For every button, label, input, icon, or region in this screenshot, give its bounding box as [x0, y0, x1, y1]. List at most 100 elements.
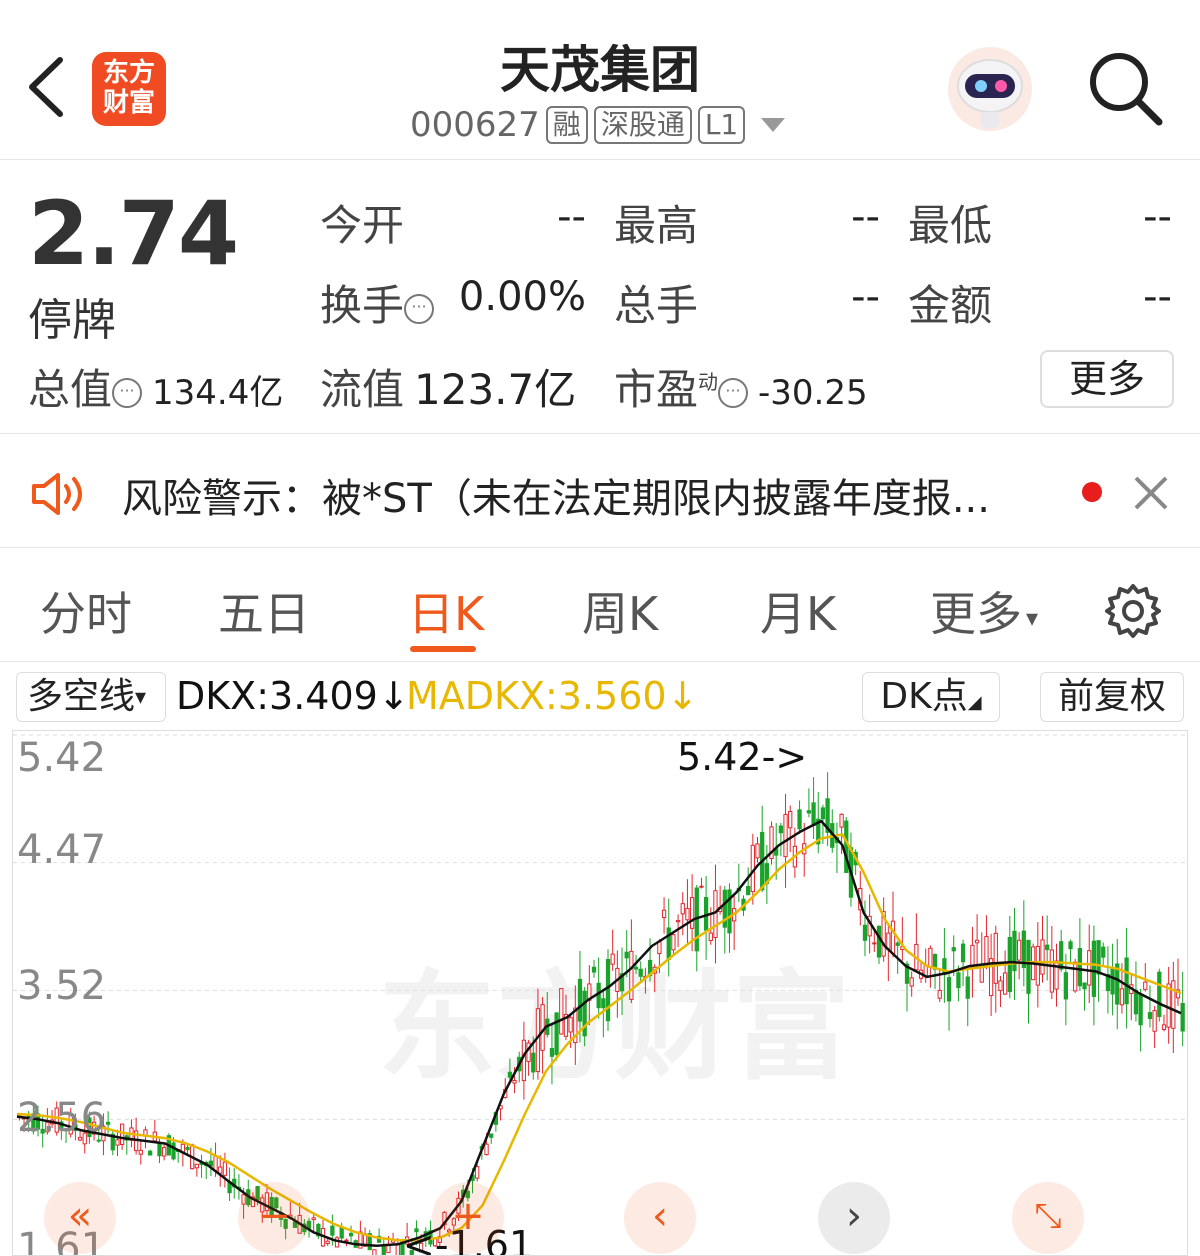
candle-body — [1026, 940, 1031, 994]
candle-body — [1124, 957, 1129, 1005]
candle-body — [1143, 981, 1148, 990]
candle-body — [334, 1237, 340, 1248]
info-icon[interactable]: ··· — [112, 377, 143, 408]
candle-body — [778, 825, 784, 834]
candle-body — [1077, 948, 1083, 987]
candle-body — [105, 1121, 111, 1125]
candle-body — [171, 1142, 176, 1160]
candle-body — [348, 1232, 354, 1237]
candle-body — [1110, 968, 1115, 995]
candle-body — [115, 1139, 120, 1146]
tab-weekly-k[interactable]: 周K — [582, 578, 658, 644]
indicator-selector[interactable]: 多空线▾ — [16, 672, 166, 722]
high-value: -- — [851, 194, 880, 240]
candle-body — [1091, 940, 1097, 997]
kline-canvas[interactable] — [13, 731, 1188, 1256]
low-label: 最低 — [908, 201, 993, 250]
y-tick-label: 4.47 — [17, 827, 107, 873]
kline-chart[interactable]: 东方财富 5.42 4.47 3.52 2.56 1.61 5.42-> <-1… — [12, 730, 1188, 1256]
candle-body — [311, 1217, 316, 1221]
candle-body — [661, 909, 667, 919]
zoom-out-button[interactable]: − — [238, 1182, 310, 1254]
candle-body — [119, 1123, 125, 1145]
trading-status: 停牌 — [28, 295, 116, 346]
candle-body — [811, 802, 816, 827]
candle-body — [909, 977, 914, 987]
candle-body — [1180, 1003, 1185, 1032]
candle-body — [1138, 993, 1143, 1026]
candle-body — [946, 977, 952, 1002]
amount-label: 金额 — [908, 281, 993, 330]
close-icon[interactable] — [1132, 474, 1170, 512]
candle-body — [783, 813, 788, 858]
candle-body — [381, 1245, 386, 1255]
candle-body — [708, 932, 713, 941]
tab-intraday[interactable]: 分时 — [40, 578, 132, 644]
pe-ratio[interactable]: 市盈动 ··· -30.25 — [614, 356, 868, 417]
candle-body — [689, 897, 695, 929]
candle-body — [895, 942, 900, 946]
candle-body — [1059, 941, 1064, 970]
candle-body — [568, 1017, 573, 1033]
dropdown-caret-icon: ▾ — [1026, 603, 1039, 632]
tab-daily-k[interactable]: 日K — [408, 578, 484, 644]
stock-code-row[interactable]: 000627 融 深股通 L1 — [410, 103, 786, 147]
candle-body — [1082, 982, 1087, 990]
candle-body — [1073, 961, 1078, 992]
adjust-price-button[interactable]: 前复权 — [1040, 672, 1184, 722]
candle-body — [395, 1244, 400, 1255]
candle-body — [194, 1163, 200, 1169]
speaker-icon — [32, 473, 82, 515]
candle-body — [862, 924, 868, 941]
search-icon[interactable] — [1085, 48, 1165, 128]
dropdown-caret-icon[interactable] — [761, 118, 786, 132]
candle-body — [339, 1227, 344, 1239]
candle-body — [1068, 941, 1073, 950]
more-quote-button[interactable]: 更多 — [1040, 350, 1174, 408]
candle-body — [213, 1155, 218, 1172]
zoom-in-button[interactable]: + — [432, 1182, 504, 1254]
info-icon[interactable]: ··· — [718, 377, 749, 408]
candle-body — [876, 925, 882, 958]
turnover-label[interactable]: 换手 ··· — [320, 272, 435, 333]
candle-body — [596, 982, 601, 1009]
candle-body — [1133, 989, 1139, 1015]
candle-body — [1049, 949, 1054, 993]
open-label: 今开 — [320, 201, 405, 250]
gear-icon[interactable] — [1104, 582, 1162, 640]
candle-body — [685, 907, 690, 921]
fullscreen-expand-icon[interactable]: ⤡ — [1012, 1182, 1084, 1254]
candle-body — [1147, 1012, 1153, 1020]
candle-body — [591, 966, 597, 973]
candle-body — [1101, 946, 1106, 958]
candle-body — [1119, 988, 1125, 1006]
move-right-button[interactable]: › — [818, 1182, 890, 1254]
candle-body — [713, 890, 718, 939]
candle-body — [998, 980, 1003, 992]
candle-body — [1012, 930, 1017, 972]
move-left-button[interactable]: ‹ — [624, 1182, 696, 1254]
candle-body — [638, 968, 643, 977]
candle-body — [671, 934, 676, 951]
candle-body — [138, 1149, 143, 1155]
candle-body — [610, 953, 615, 965]
candle-body — [372, 1249, 377, 1255]
tab-monthly-k[interactable]: 月K — [760, 578, 836, 644]
risk-warning-bar[interactable]: 风险警示：被*ST（未在法定期限内披露年度报... — [0, 436, 1200, 548]
candle-body — [928, 947, 933, 968]
candle-body — [554, 1012, 559, 1056]
total-cap[interactable]: 总值 ··· 134.4亿 — [28, 356, 283, 417]
quote-panel: 2.74 停牌 今开 -- 最高 -- 最低 -- 换手 ··· 0.00% 总手… — [0, 162, 1200, 434]
dk-point-button[interactable]: DK点◢ — [862, 672, 1000, 722]
risk-warning-text[interactable]: 风险警示：被*ST（未在法定期限内披露年度报... — [122, 466, 990, 524]
tab-more[interactable]: 更多 ▾ — [930, 578, 1038, 644]
candle-body — [1040, 939, 1045, 975]
candle-body — [157, 1142, 162, 1157]
candle-body — [675, 920, 681, 923]
y-tick-label: 5.42 — [17, 735, 107, 781]
candle-body — [1096, 940, 1101, 975]
info-icon[interactable]: ··· — [404, 293, 435, 324]
scroll-start-button[interactable]: « — [44, 1182, 116, 1254]
tab-five-day[interactable]: 五日 — [218, 578, 310, 644]
assistant-robot-icon[interactable] — [945, 44, 1035, 134]
